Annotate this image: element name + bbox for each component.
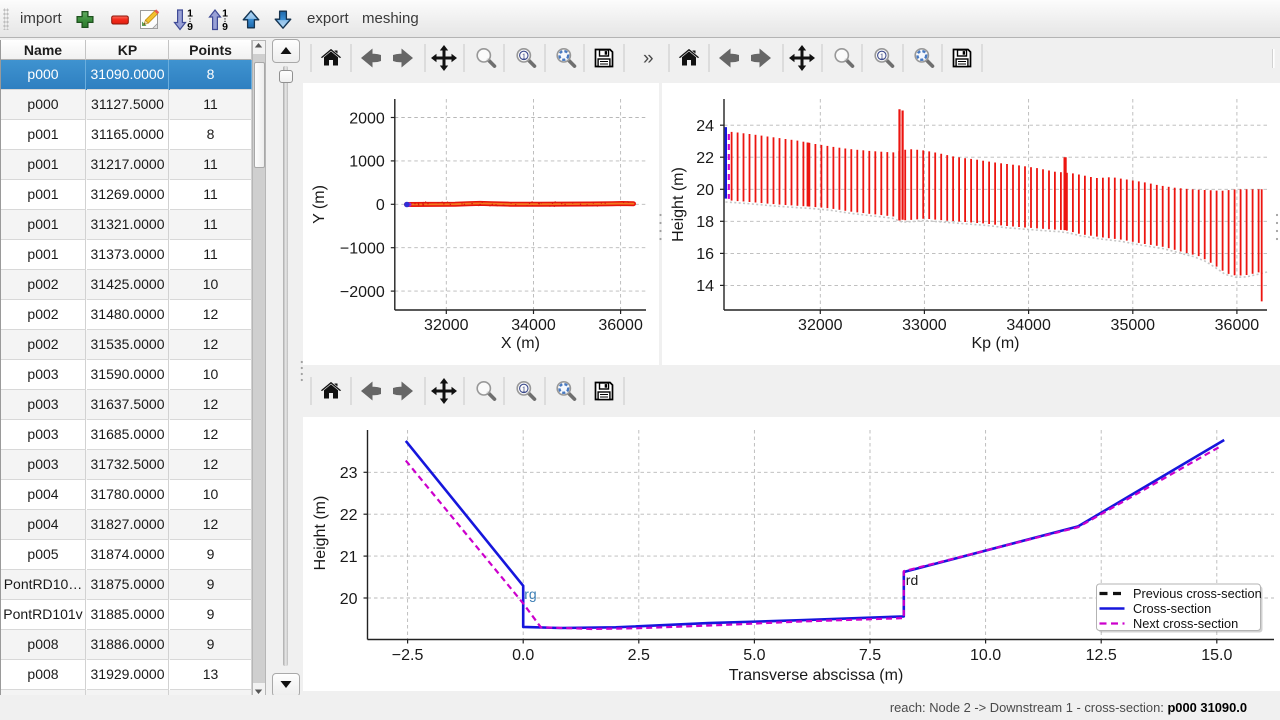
svg-text:0.0: 0.0 — [512, 647, 534, 664]
svg-text:33000: 33000 — [902, 317, 947, 334]
svg-text:»: » — [643, 48, 654, 69]
svg-text:2.5: 2.5 — [628, 647, 650, 664]
svg-text:22: 22 — [696, 150, 714, 167]
svg-text:36000: 36000 — [598, 317, 643, 334]
svg-text:X (m): X (m) — [501, 335, 540, 352]
svg-text:Transverse abscissa (m): Transverse abscissa (m) — [729, 667, 904, 684]
svg-text:9: 9 — [187, 21, 193, 33]
svg-text:1: 1 — [522, 52, 526, 61]
svg-text:rd: rd — [906, 572, 918, 588]
svg-text:0: 0 — [376, 197, 385, 214]
svg-text:10.0: 10.0 — [970, 647, 1001, 664]
svg-text:32000: 32000 — [424, 317, 469, 334]
svg-text:rg: rg — [524, 586, 536, 602]
svg-text:9: 9 — [222, 21, 228, 33]
svg-text:14: 14 — [696, 278, 714, 295]
svg-text:Height (m): Height (m) — [312, 496, 329, 571]
svg-text:35000: 35000 — [1111, 317, 1156, 334]
svg-text:Kp (m): Kp (m) — [972, 335, 1020, 352]
svg-text:23: 23 — [340, 465, 358, 482]
svg-text:24: 24 — [696, 118, 714, 135]
svg-text:32000: 32000 — [798, 317, 843, 334]
svg-text:18: 18 — [696, 214, 714, 231]
svg-text:16: 16 — [696, 246, 714, 263]
svg-text:2000: 2000 — [349, 110, 385, 127]
svg-text:1: 1 — [522, 385, 526, 394]
svg-text:−2000: −2000 — [340, 284, 385, 301]
svg-text:−1000: −1000 — [340, 241, 385, 258]
svg-text:21: 21 — [340, 549, 358, 566]
svg-text:5.0: 5.0 — [743, 647, 765, 664]
svg-text:Height (m): Height (m) — [670, 167, 687, 242]
svg-text:Cross-section: Cross-section — [1133, 601, 1211, 616]
svg-text:34000: 34000 — [1006, 317, 1051, 334]
svg-text:−2.5: −2.5 — [392, 647, 424, 664]
svg-text:Y (m): Y (m) — [311, 185, 328, 224]
svg-text:Previous cross-section: Previous cross-section — [1133, 586, 1262, 601]
svg-text:7.5: 7.5 — [859, 647, 881, 664]
svg-text:20: 20 — [340, 591, 358, 608]
svg-text:20: 20 — [696, 182, 714, 199]
svg-text:1000: 1000 — [349, 154, 385, 171]
svg-text:Next cross-section: Next cross-section — [1133, 616, 1238, 631]
svg-text:22: 22 — [340, 507, 358, 524]
svg-text:1: 1 — [187, 8, 193, 20]
svg-text:34000: 34000 — [511, 317, 556, 334]
svg-text:36000: 36000 — [1215, 317, 1260, 334]
svg-text:15.0: 15.0 — [1201, 647, 1232, 664]
svg-text:1: 1 — [880, 52, 884, 61]
svg-text:12.5: 12.5 — [1086, 647, 1117, 664]
svg-text:1: 1 — [222, 8, 228, 20]
